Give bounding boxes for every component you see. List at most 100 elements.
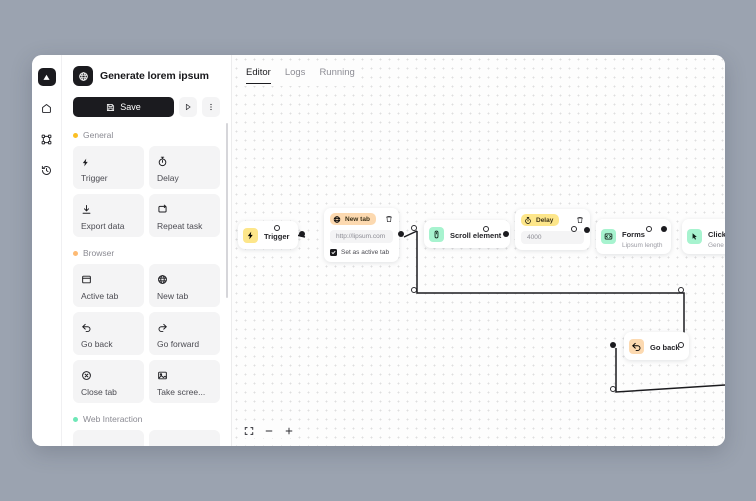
block-grid: Trigger Delay Export data Repeat task	[73, 146, 220, 237]
workflow-nodes-icon[interactable]	[38, 130, 56, 148]
action-row: Save	[73, 97, 220, 117]
node-port[interactable]	[646, 226, 652, 232]
arrow-back-icon	[81, 320, 136, 334]
block-card-go-forward[interactable]: Go forward	[149, 312, 220, 355]
node-header: New tab	[324, 208, 399, 225]
app-window: Generate lorem ipsum Save General Trigge…	[32, 55, 725, 446]
node-port[interactable]	[678, 287, 684, 293]
globe-icon	[333, 215, 341, 223]
block-card-label: Active tab	[81, 291, 119, 301]
placeholder-icon	[81, 438, 136, 446]
node-port[interactable]	[411, 287, 417, 293]
trash-icon[interactable]	[576, 216, 584, 224]
block-group-title: Browser	[73, 248, 220, 258]
flow-canvas[interactable]: Editor Logs Running Trigger New tab http://l…	[232, 55, 725, 446]
group-color-dot	[73, 250, 78, 256]
panel-header: Generate lorem ipsum Save	[62, 55, 231, 117]
node-label: Forms	[622, 230, 645, 239]
minus-icon[interactable]	[264, 426, 274, 436]
block-card-trigger[interactable]: Trigger	[73, 146, 144, 189]
block-card-label: Trigger	[81, 173, 108, 183]
node-delay[interactable]: Delay 4000	[515, 209, 590, 250]
block-card-label: Go back	[81, 339, 113, 349]
zoom-controls	[240, 424, 298, 438]
node-port[interactable]	[584, 227, 590, 233]
save-button-label: Save	[120, 102, 141, 112]
home-icon[interactable]	[38, 99, 56, 117]
node-badge-label: Delay	[536, 216, 554, 224]
placeholder-icon	[157, 438, 212, 446]
trash-icon[interactable]	[385, 215, 393, 223]
block-card-label: Close tab	[81, 387, 117, 397]
node-input-field[interactable]: 4000	[521, 231, 584, 244]
block-group-title: General	[73, 130, 220, 140]
node-port[interactable]	[398, 231, 404, 237]
block-card-repeat-task[interactable]: Repeat task	[149, 194, 220, 237]
checkbox-icon[interactable]	[330, 249, 337, 256]
node-forms[interactable]: Forms Lipsum length	[596, 219, 672, 254]
globe-icon	[157, 272, 212, 286]
node-port[interactable]	[483, 226, 489, 232]
node-port[interactable]	[411, 225, 417, 231]
left-panel: Generate lorem ipsum Save General Trigge…	[62, 55, 232, 446]
block-card-export-data[interactable]: Export data	[73, 194, 144, 237]
tab-running[interactable]: Running	[319, 67, 354, 84]
fit-to-screen-icon[interactable]	[244, 426, 254, 436]
app-logo-triangle-icon[interactable]	[37, 68, 56, 86]
node-new-tab[interactable]: New tab http://lipsum.com Set as active ta…	[324, 208, 399, 262]
node-label: Go back	[650, 343, 680, 352]
block-card-go-back[interactable]: Go back	[73, 312, 144, 355]
block-card-take-scree[interactable]: Take scree...	[149, 360, 220, 403]
stopwatch-icon	[157, 154, 212, 168]
node-input-field[interactable]: http://lipsum.com	[330, 230, 393, 243]
node-click[interactable]: Click Gene	[682, 219, 725, 254]
block-card-close-tab[interactable]: Close tab	[73, 360, 144, 403]
close-circle-icon	[81, 368, 136, 382]
block-grid: Active tab New tab Go back Go forward Close …	[73, 264, 220, 403]
block-group-label: Web Interaction	[83, 414, 143, 424]
download-icon	[81, 202, 136, 216]
node-scroll-element[interactable]: Scroll element	[424, 220, 511, 248]
node-trigger[interactable]: Trigger	[238, 221, 299, 249]
block-card-label: New tab	[157, 291, 189, 301]
node-label: Click	[708, 230, 725, 239]
block-group-label: Browser	[83, 248, 115, 258]
tab-logs[interactable]: Logs	[285, 67, 306, 84]
block-card-label: Take scree...	[157, 387, 206, 397]
scroll-icon	[429, 226, 444, 242]
node-badge: Delay	[521, 214, 560, 226]
node-port[interactable]	[299, 231, 305, 237]
node-checkbox-row[interactable]: Set as active tab	[330, 249, 393, 256]
lightning-bolt-icon	[243, 227, 258, 243]
node-port[interactable]	[274, 225, 280, 231]
browser-window-icon	[81, 272, 136, 286]
block-card-placeholder[interactable]	[73, 430, 144, 446]
group-color-dot	[73, 416, 78, 422]
panel-scrollbar[interactable]	[225, 123, 228, 298]
cursor-click-icon	[687, 229, 702, 244]
block-card-placeholder[interactable]	[149, 430, 220, 446]
save-button[interactable]: Save	[73, 97, 174, 117]
more-vertical-icon[interactable]	[202, 97, 220, 117]
node-subtitle: Gene	[708, 242, 724, 249]
repeat-icon	[157, 202, 212, 216]
play-icon[interactable]	[179, 97, 197, 117]
blocks-list[interactable]: General Trigger Delay Export data Repeat tas…	[62, 117, 231, 446]
node-port[interactable]	[678, 342, 684, 348]
arrow-forward-icon	[157, 320, 212, 334]
image-icon	[157, 368, 212, 382]
block-card-new-tab[interactable]: New tab	[149, 264, 220, 307]
form-input-icon	[601, 229, 616, 244]
plus-icon[interactable]	[284, 426, 294, 436]
node-port[interactable]	[503, 231, 509, 237]
node-port[interactable]	[661, 226, 667, 232]
tab-editor[interactable]: Editor	[246, 67, 271, 84]
node-port[interactable]	[610, 386, 616, 392]
node-port[interactable]	[610, 342, 616, 348]
arrow-back-icon	[629, 338, 644, 354]
history-clock-icon[interactable]	[38, 161, 56, 179]
node-port[interactable]	[571, 226, 577, 232]
block-card-active-tab[interactable]: Active tab	[73, 264, 144, 307]
flow-title-row: Generate lorem ipsum	[73, 66, 220, 86]
block-card-delay[interactable]: Delay	[149, 146, 220, 189]
